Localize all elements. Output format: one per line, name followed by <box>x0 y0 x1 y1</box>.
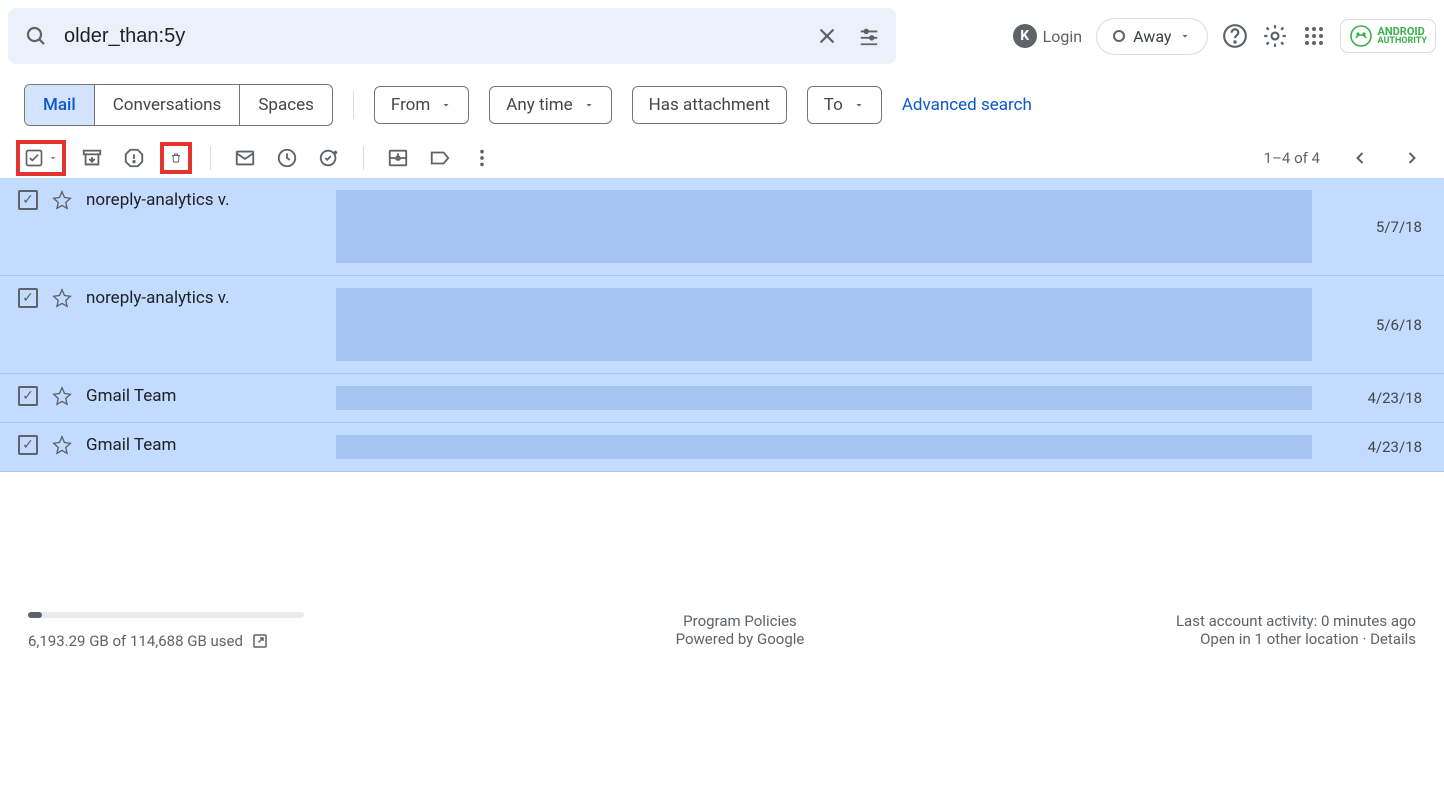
email-date: 4/23/18 <box>1312 438 1444 456</box>
search-icon[interactable] <box>24 24 48 48</box>
chevron-down-icon <box>1179 30 1191 42</box>
filter-from[interactable]: From <box>374 86 469 124</box>
away-status-button[interactable]: Away <box>1096 18 1208 55</box>
last-activity-text: Last account activity: 0 minutes ago <box>1176 612 1416 630</box>
star-icon[interactable] <box>52 288 72 308</box>
help-icon[interactable] <box>1222 23 1248 49</box>
open-external-icon[interactable] <box>251 632 269 650</box>
divider <box>353 91 354 119</box>
row-checkbox[interactable] <box>18 190 38 210</box>
away-label: Away <box>1133 27 1171 46</box>
email-content-redacted <box>336 190 1312 263</box>
storage-text: 6,193.29 GB of 114,688 GB used <box>28 632 243 650</box>
select-all-checkbox[interactable] <box>20 144 62 172</box>
chevron-down-icon <box>583 99 595 111</box>
email-row[interactable]: noreply-analytics v. 5/7/18 <box>0 178 1444 276</box>
apps-grid-icon[interactable] <box>1302 24 1326 48</box>
footer-left: 6,193.29 GB of 114,688 GB used <box>28 612 304 650</box>
program-policies-link[interactable]: Program Policies <box>683 612 797 630</box>
search-box <box>8 8 896 64</box>
filter-has-attachment[interactable]: Has attachment <box>632 86 787 124</box>
filter-anytime-label: Any time <box>506 95 572 115</box>
email-sender: noreply-analytics v. <box>86 288 230 308</box>
row-checkbox[interactable] <box>18 288 38 308</box>
email-content-redacted <box>336 435 1312 459</box>
tab-conversations[interactable]: Conversations <box>95 85 241 125</box>
email-date: 4/23/18 <box>1312 389 1444 407</box>
login-label: Login <box>1043 27 1082 46</box>
status-circle-icon <box>1113 30 1125 42</box>
row-checkbox[interactable] <box>18 435 38 455</box>
email-date: 5/6/18 <box>1312 316 1444 334</box>
row-checkbox[interactable] <box>18 386 38 406</box>
divider <box>210 146 211 170</box>
open-location-link[interactable]: Open in 1 other location <box>1200 630 1359 648</box>
email-list: noreply-analytics v. 5/7/18 noreply-anal… <box>0 178 1444 472</box>
footer-center: Program Policies Powered by Google <box>676 612 805 648</box>
header-bar: K Login Away ANDROID AUTHORITY <box>0 0 1444 72</box>
k-logo-icon: K <box>1013 24 1037 48</box>
email-sender: Gmail Team <box>86 435 176 455</box>
mark-unread-icon[interactable] <box>233 146 257 170</box>
tab-mail[interactable]: Mail <box>25 85 95 125</box>
login-chip[interactable]: K Login <box>1013 24 1082 48</box>
filter-anytime[interactable]: Any time <box>489 86 611 124</box>
star-icon[interactable] <box>52 435 72 455</box>
settings-gear-icon[interactable] <box>1262 23 1288 49</box>
clear-search-icon[interactable] <box>816 25 838 47</box>
details-link[interactable]: Details <box>1370 630 1416 648</box>
tab-spaces[interactable]: Spaces <box>240 85 332 125</box>
filter-to-label: To <box>824 95 843 115</box>
star-icon[interactable] <box>52 190 72 210</box>
footer-right: Last account activity: 0 minutes ago Ope… <box>1176 612 1416 648</box>
chevron-down-icon <box>853 99 865 111</box>
archive-icon[interactable] <box>80 146 104 170</box>
email-row[interactable]: Gmail Team 4/23/18 <box>0 423 1444 472</box>
label-icon[interactable] <box>428 146 452 170</box>
email-date: 5/7/18 <box>1312 218 1444 236</box>
footer: 6,193.29 GB of 114,688 GB used Program P… <box>0 592 1444 670</box>
email-row[interactable]: Gmail Team 4/23/18 <box>0 374 1444 423</box>
email-row[interactable]: noreply-analytics v. 5/6/18 <box>0 276 1444 374</box>
advanced-search-link[interactable]: Advanced search <box>902 95 1032 115</box>
add-to-tasks-icon[interactable] <box>317 146 341 170</box>
divider <box>363 146 364 170</box>
report-spam-icon[interactable] <box>122 146 146 170</box>
filter-attachment-label: Has attachment <box>649 95 770 115</box>
chevron-down-icon <box>440 99 452 111</box>
email-sender: Gmail Team <box>86 386 176 406</box>
storage-fill <box>28 612 42 618</box>
more-menu-icon[interactable] <box>470 146 494 170</box>
delete-icon[interactable] <box>164 146 188 170</box>
email-sender: noreply-analytics v. <box>86 190 230 210</box>
prev-page-icon[interactable] <box>1348 146 1372 170</box>
email-content-redacted <box>336 288 1312 361</box>
logo-text-bottom: AUTHORITY <box>1377 37 1427 46</box>
filter-row: Mail Conversations Spaces From Any time … <box>0 72 1444 138</box>
search-input[interactable] <box>64 25 816 48</box>
storage-bar <box>28 612 304 618</box>
page-count: 1–4 of 4 <box>1264 149 1320 167</box>
star-icon[interactable] <box>52 386 72 406</box>
action-toolbar: 1–4 of 4 <box>0 138 1444 178</box>
email-content-redacted <box>336 386 1312 410</box>
filter-from-label: From <box>391 95 430 115</box>
view-segmented-control: Mail Conversations Spaces <box>24 84 333 126</box>
filter-to[interactable]: To <box>807 86 882 124</box>
search-options-icon[interactable] <box>858 25 880 47</box>
next-page-icon[interactable] <box>1400 146 1424 170</box>
chevron-down-icon <box>48 153 58 163</box>
move-to-icon[interactable] <box>386 146 410 170</box>
powered-by-text: Powered by Google <box>676 630 805 648</box>
android-robot-icon <box>1349 24 1373 48</box>
android-authority-logo: ANDROID AUTHORITY <box>1340 19 1436 53</box>
snooze-icon[interactable] <box>275 146 299 170</box>
header-right: K Login Away ANDROID AUTHORITY <box>1013 18 1436 55</box>
